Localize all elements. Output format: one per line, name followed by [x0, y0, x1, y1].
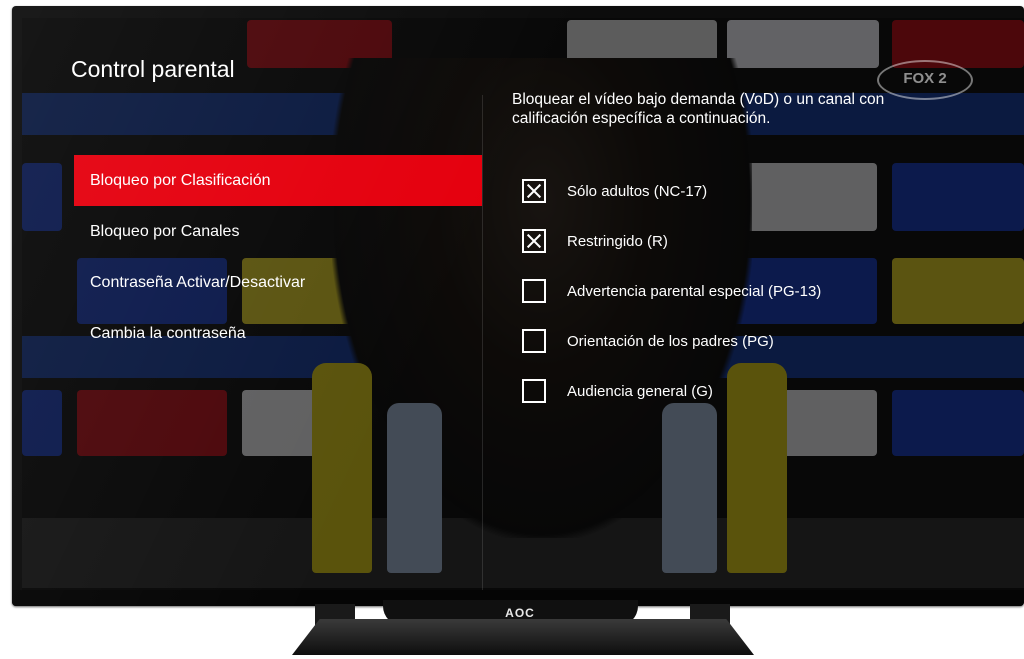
- option-label: Orientación de los padres (PG): [567, 332, 774, 350]
- rating-option-pg[interactable]: Orientación de los padres (PG): [522, 316, 821, 366]
- checkbox-unchecked-icon[interactable]: [522, 379, 546, 403]
- brand-logo: AOC: [505, 606, 535, 620]
- checkbox-unchecked-icon[interactable]: [522, 329, 546, 353]
- checkbox-unchecked-icon[interactable]: [522, 279, 546, 303]
- rating-option-nc17[interactable]: Sólo adultos (NC-17): [522, 166, 821, 216]
- checkbox-checked-icon[interactable]: [522, 229, 546, 253]
- side-menu: Bloqueo por Clasificación Bloqueo por Ca…: [74, 155, 482, 359]
- panel-divider: [482, 95, 483, 590]
- panel-description: Bloquear el vídeo bajo demanda (VoD) o u…: [512, 91, 885, 127]
- menu-item-password-toggle[interactable]: Contraseña Activar/Desactivar: [74, 257, 482, 308]
- page-title: Control parental: [71, 56, 235, 82]
- rating-option-pg13[interactable]: Advertencia parental especial (PG-13): [522, 266, 821, 316]
- tv-frame: Control parental FOX 2 Bloqueo por Clasi…: [12, 6, 1024, 606]
- rating-option-g[interactable]: Audiencia general (G): [522, 366, 821, 416]
- rating-option-r[interactable]: Restringido (R): [522, 216, 821, 266]
- option-label: Sólo adultos (NC-17): [567, 182, 708, 200]
- tv-stand-base: [292, 619, 754, 655]
- checkbox-checked-icon[interactable]: [522, 179, 546, 203]
- option-label: Restringido (R): [567, 232, 668, 250]
- rating-options: Sólo adultos (NC-17) Restringido (R) Adv…: [522, 166, 821, 416]
- menu-item-rating-lock[interactable]: Bloqueo por Clasificación: [74, 155, 482, 206]
- option-label: Advertencia parental especial (PG-13): [567, 282, 822, 300]
- menu-item-channel-lock[interactable]: Bloqueo por Canales: [74, 206, 482, 257]
- option-label: Audiencia general (G): [567, 382, 713, 400]
- menu-item-change-password[interactable]: Cambia la contraseña: [74, 308, 482, 359]
- tv-screen: Control parental FOX 2 Bloqueo por Clasi…: [22, 18, 1024, 590]
